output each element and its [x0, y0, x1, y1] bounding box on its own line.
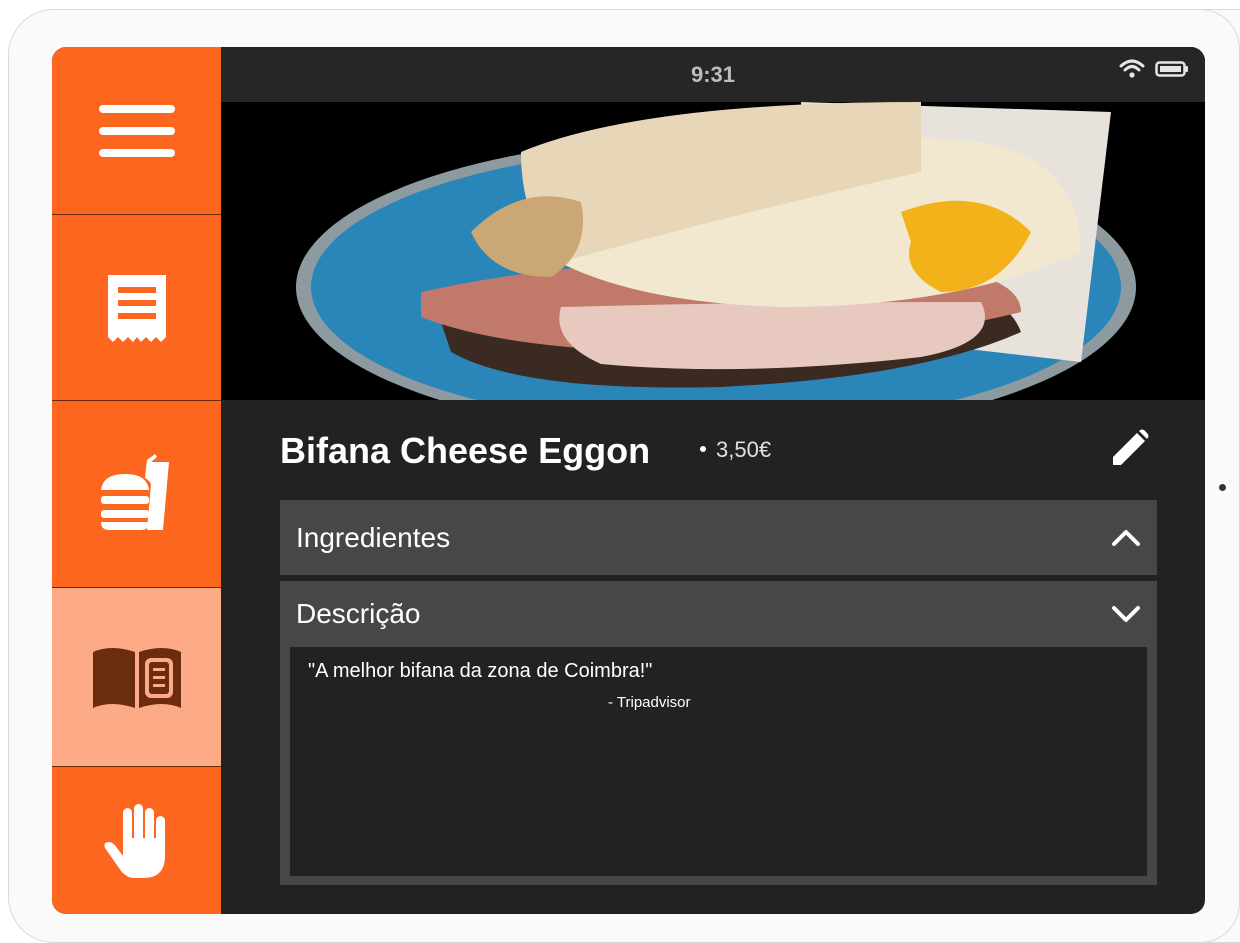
item-details: Bifana Cheese Eggon 3,50€ Ingredientes D…: [280, 400, 1157, 885]
item-photo: [221, 102, 1205, 400]
battery-icon: [1155, 61, 1188, 77]
receipt-icon: [107, 274, 166, 342]
sidebar: [52, 47, 221, 914]
description-panel: "A melhor bifana da zona de Coimbra!" - …: [280, 647, 1157, 885]
camera-dot: [1219, 484, 1226, 491]
wifi-icon: [1119, 59, 1145, 78]
ingredients-section-header[interactable]: Ingredientes: [280, 500, 1157, 575]
tablet-frame-edge: [1200, 9, 1240, 943]
description-quote-source: - Tripadvisor: [608, 694, 691, 711]
ingredients-title: Ingredientes: [296, 521, 451, 553]
title-separator-dot: [700, 446, 706, 452]
chevron-down-icon: [1112, 606, 1140, 622]
sidebar-item-call-waiter[interactable]: [52, 767, 221, 914]
hamburger-menu-icon: [98, 104, 175, 157]
pencil-icon: [1113, 429, 1149, 465]
open-book-icon: [92, 648, 181, 708]
chevron-up-icon: [1112, 529, 1140, 546]
sidebar-item-receipt[interactable]: [52, 215, 221, 401]
sandwich-photo: [221, 102, 1205, 400]
sidebar-item-catalog[interactable]: [52, 588, 221, 767]
status-time: 9:31: [690, 62, 736, 87]
item-title-row: Bifana Cheese Eggon 3,50€: [280, 400, 1157, 500]
item-name: Bifana Cheese Eggon: [280, 430, 651, 471]
description-title: Descrição: [296, 598, 421, 629]
status-bar: 9:31: [221, 47, 1205, 102]
sidebar-item-menu[interactable]: [52, 47, 221, 215]
burger-drink-icon: [100, 454, 169, 530]
description-content: "A melhor bifana da zona de Coimbra!" - …: [290, 647, 1147, 876]
raised-hand-icon: [104, 803, 165, 878]
description-quote: "A melhor bifana da zona de Coimbra!": [308, 660, 653, 682]
description-section-header[interactable]: Descrição: [280, 581, 1157, 647]
edit-button[interactable]: [1109, 427, 1151, 469]
sidebar-item-food[interactable]: [52, 401, 221, 588]
item-price: 3,50€: [716, 437, 772, 462]
